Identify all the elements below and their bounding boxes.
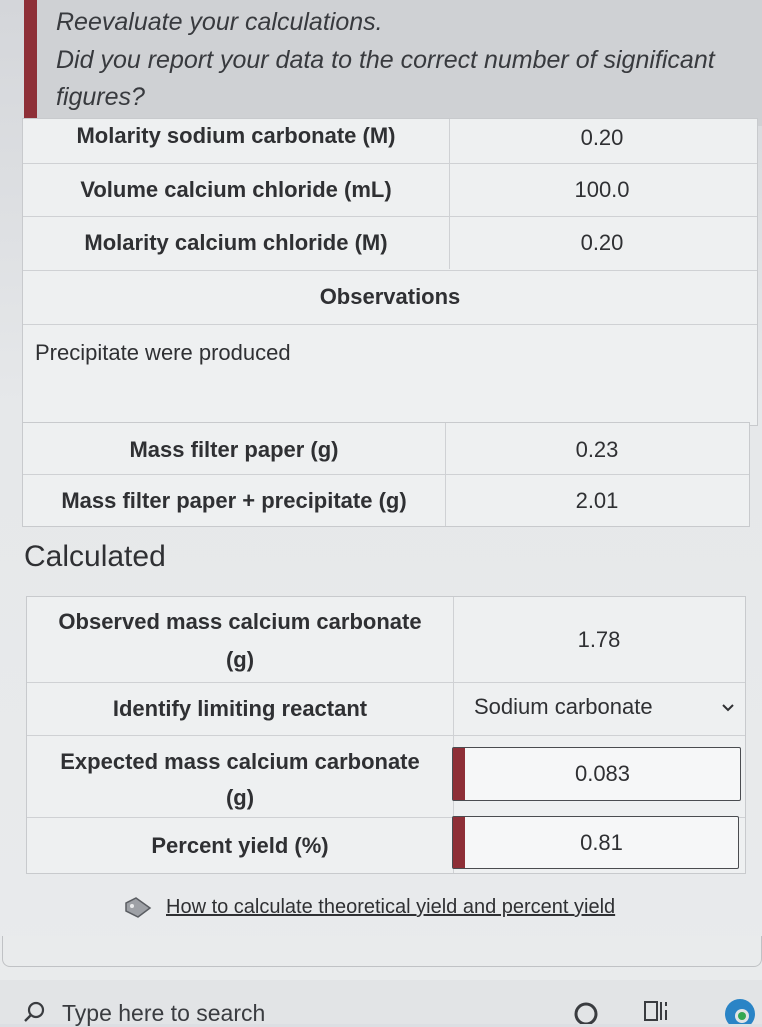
- observed-mass-label-2: (g): [225, 647, 255, 672]
- expected-mass-label-1: Expected mass calcium carbonate: [60, 749, 420, 774]
- calculated-title: Calculated: [24, 540, 166, 573]
- observations-text: Precipitate were produced: [35, 340, 291, 365]
- observed-mass-label-1: Observed mass calcium carbonate: [58, 609, 422, 634]
- percent-yield-label: Percent yield (%): [151, 833, 329, 858]
- row-label: Mass filter paper (g): [129, 437, 339, 462]
- table-row: Identify limiting reactant Sodium carbon…: [27, 682, 745, 736]
- table-row: Observed mass calcium carbonate (g) 1.78: [27, 597, 745, 683]
- error-flag: [453, 817, 465, 868]
- mass-table: Mass filter paper (g) 0.23 Mass filter p…: [22, 422, 750, 527]
- chevron-down-icon: [722, 704, 734, 712]
- observed-mass-value: 1.78: [577, 627, 621, 652]
- task-view-icon[interactable]: [642, 996, 672, 1024]
- error-flag: [453, 748, 465, 800]
- observations-header-row: Observations: [23, 270, 757, 325]
- feedback-line-2: Did you report your data to the correct …: [56, 46, 715, 74]
- search-icon[interactable]: [22, 1000, 46, 1024]
- hint-link[interactable]: How to calculate theoretical yield and p…: [166, 896, 615, 919]
- feedback-line-1: Reevaluate your calculations.: [56, 8, 383, 36]
- row-label: Molarity calcium chloride (M): [84, 230, 388, 255]
- limiting-reactant-value: Sodium carbonate: [474, 694, 653, 719]
- row-value: 2.01: [575, 488, 619, 513]
- taskbar-search-input[interactable]: Type here to search: [62, 1000, 265, 1027]
- observations-header: Observations: [319, 284, 461, 309]
- cortana-icon[interactable]: [572, 998, 600, 1024]
- row-value: 0.23: [575, 437, 619, 462]
- error-flag: [24, 0, 37, 118]
- hint-tag-icon: [125, 897, 152, 918]
- expected-mass-input[interactable]: 0.083: [452, 747, 741, 801]
- data-table: Molarity sodium carbonate (M) 0.20 Volum…: [22, 118, 758, 426]
- limiting-reactant-label: Identify limiting reactant: [112, 696, 368, 721]
- percent-yield-value: 0.81: [580, 829, 623, 855]
- edge-icon[interactable]: [720, 994, 756, 1024]
- row-value: 100.0: [574, 177, 630, 202]
- row-value: 0.20: [580, 230, 624, 255]
- feedback-line-3: figures?: [56, 83, 145, 111]
- expected-mass-value: 0.083: [574, 761, 631, 786]
- table-row: Mass filter paper (g) 0.23: [23, 423, 749, 475]
- row-label: Volume calcium chloride (mL): [80, 177, 392, 202]
- row-label: Mass filter paper + precipitate (g): [61, 488, 407, 513]
- observations-row: Precipitate were produced: [23, 324, 757, 425]
- assignment-page: Reevaluate your calculations. Did you re…: [0, 0, 762, 1027]
- card-bottom-edge: [2, 936, 762, 967]
- percent-yield-input[interactable]: 0.81: [452, 816, 739, 869]
- row-label: Molarity sodium carbonate (M): [76, 123, 396, 148]
- expected-mass-label-2: (g): [225, 785, 255, 810]
- table-row: Molarity sodium carbonate (M) 0.20: [23, 119, 757, 164]
- row-value: 0.20: [580, 125, 624, 150]
- table-row: Molarity calcium chloride (M) 0.20: [23, 216, 757, 271]
- table-row: Volume calcium chloride (mL) 100.0: [23, 163, 757, 217]
- table-row: Mass filter paper + precipitate (g) 2.01: [23, 474, 749, 526]
- limiting-reactant-select[interactable]: Sodium carbonate: [454, 682, 745, 735]
